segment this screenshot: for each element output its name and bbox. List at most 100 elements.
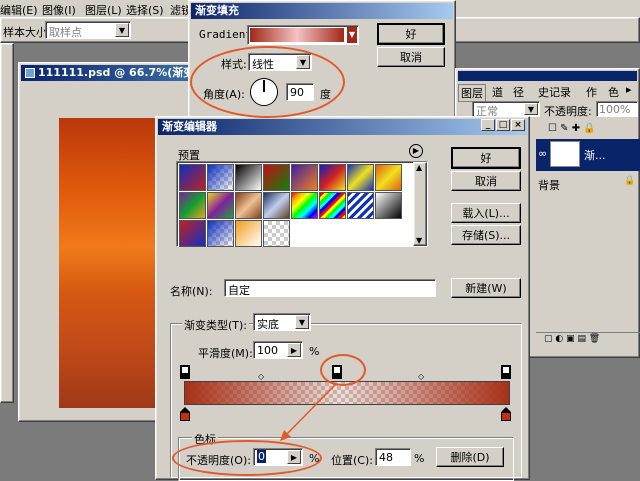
document-title: 111111.psd @ 66.7%(渐变填充 xyxy=(38,66,195,79)
preset-yellow-violet[interactable] xyxy=(207,192,234,219)
layers-footer: ▢ ◐ ▣ ▤ 🗑 xyxy=(536,332,640,346)
angle-dial-needle xyxy=(263,80,265,92)
scroll-up-icon[interactable]: ▲ xyxy=(416,163,422,172)
document-titlebar[interactable]: 111111.psd @ 66.7%(渐变填充 xyxy=(21,65,195,81)
lock-icon: 🔒 xyxy=(624,176,636,186)
menu-layer[interactable]: 图层(L) xyxy=(85,2,122,18)
chevron-down-icon: ▼ xyxy=(295,315,309,329)
preset-transparent-rainbow[interactable] xyxy=(319,192,346,219)
panel-menu-icon[interactable]: ▸ xyxy=(626,83,632,96)
gradient-fill-cancel-button[interactable]: 取消 xyxy=(377,47,445,67)
preset-blue-yellow-blue[interactable] xyxy=(347,164,374,191)
maximize-icon[interactable]: □ xyxy=(496,119,510,131)
preset-custom-4[interactable] xyxy=(263,220,290,247)
preset-violet-green[interactable] xyxy=(179,192,206,219)
preset-violet-orange[interactable] xyxy=(291,164,318,191)
preset-spectrum[interactable] xyxy=(291,192,318,219)
preset-blue-red-yellow[interactable] xyxy=(319,164,346,191)
preset-orange-yellow[interactable] xyxy=(375,164,402,191)
preset-copper[interactable] xyxy=(235,192,262,219)
name-input[interactable]: 自定 xyxy=(224,279,436,297)
gradient-fill-titlebar[interactable]: 渐变填充 xyxy=(191,3,453,19)
layers-panel-titlebar xyxy=(458,71,637,81)
angle-value: 90 xyxy=(290,86,304,99)
preset-chrome[interactable] xyxy=(263,192,290,219)
gradient-bar-fill xyxy=(185,382,509,404)
gradient-editor-ok-button[interactable]: 好 xyxy=(451,147,521,169)
preset-custom-1[interactable] xyxy=(179,220,206,247)
scroll-down-icon[interactable]: ▼ xyxy=(416,236,422,245)
menu-edit[interactable]: 编辑(E) xyxy=(0,2,38,18)
link-icon: ∞ xyxy=(538,147,548,160)
gradient-editor-titlebar[interactable]: 渐变编辑器 xyxy=(158,119,527,135)
smoothness-unit: % xyxy=(309,345,320,358)
tab-paths[interactable]: 径 xyxy=(513,84,524,100)
layer-row-background[interactable]: 背景 🔒 xyxy=(536,173,640,195)
tab-history[interactable]: 史记录 xyxy=(538,84,571,100)
save-button[interactable]: 存储(S)... xyxy=(451,225,521,245)
opacity-stop-right[interactable] xyxy=(501,365,511,379)
tab-actions[interactable]: 作 xyxy=(586,84,597,100)
chevron-right-icon[interactable]: ▶ xyxy=(287,450,301,464)
minimize-icon[interactable]: _ xyxy=(481,119,495,131)
sample-size-select[interactable]: 取样点 ▼ xyxy=(45,21,131,39)
midpoint-diamond-left[interactable]: ◇ xyxy=(258,372,264,381)
gradient-preview-select[interactable]: ▼ xyxy=(247,25,359,45)
preset-fg-bg[interactable] xyxy=(179,164,206,191)
smoothness-label: 平滑度(M): xyxy=(198,347,253,360)
lock-icons[interactable]: ☐ ✎ ✚ 🔒 xyxy=(548,123,596,134)
midpoint-diamond-right[interactable]: ◇ xyxy=(418,372,424,381)
stop-opacity-value: 0 xyxy=(257,450,266,463)
close-icon[interactable]: × xyxy=(511,119,525,131)
stop-opacity-input[interactable]: 0 ▶ xyxy=(253,448,303,466)
name-label: 名称(N): xyxy=(170,285,213,298)
opacity-stop-middle[interactable] xyxy=(332,365,342,379)
color-stop-left[interactable] xyxy=(180,407,190,421)
stop-opacity-unit: % xyxy=(309,452,320,465)
location-value: 48 xyxy=(379,451,393,464)
delete-button[interactable]: 删除(D) xyxy=(436,447,504,467)
angle-input[interactable]: 90 xyxy=(286,83,314,101)
chevron-down-icon: ▼ xyxy=(347,27,357,43)
color-stop-right[interactable] xyxy=(501,407,511,421)
preset-custom-3[interactable] xyxy=(235,220,262,247)
blend-mode-select[interactable]: 正常 ▼ xyxy=(472,101,540,118)
chevron-down-icon: ▼ xyxy=(296,55,310,69)
gradient-type-label: 渐变类型(T): xyxy=(182,317,250,333)
chevron-right-icon[interactable]: ▶ xyxy=(287,343,301,357)
new-button[interactable]: 新建(W) xyxy=(451,278,521,298)
load-button[interactable]: 载入(L)... xyxy=(451,203,521,223)
layer-opacity-input[interactable]: 100% xyxy=(596,101,638,117)
tab-layers[interactable]: 图层 xyxy=(458,84,486,102)
preset-black-white-diag[interactable] xyxy=(375,192,402,219)
gradient-bar[interactable] xyxy=(184,381,510,405)
gradient-type-select[interactable]: 实底 ▼ xyxy=(253,313,311,331)
style-value: 线性 xyxy=(252,58,274,71)
opacity-stop-left[interactable] xyxy=(180,365,190,379)
layer-actions-icons[interactable]: ▢ ◐ ▣ ▤ 🗑 xyxy=(544,334,600,344)
gradient-editor-cancel-button[interactable]: 取消 xyxy=(451,171,521,191)
menu-select[interactable]: 选择(S) xyxy=(126,2,164,18)
location-input[interactable]: 48 xyxy=(375,448,411,466)
preset-black-white[interactable] xyxy=(235,164,262,191)
layers-tabs: 图层 道 径 史记录 作 色 ▸ xyxy=(458,83,638,102)
layer-row-gradient[interactable]: ∞ 渐... xyxy=(536,139,640,171)
tab-channels[interactable]: 道 xyxy=(492,84,503,100)
tab-color[interactable]: 色 xyxy=(608,84,619,100)
preset-red-green[interactable] xyxy=(263,164,290,191)
smoothness-input[interactable]: 100 ▶ xyxy=(253,341,303,359)
gradient-fill-ok-button[interactable]: 好 xyxy=(377,23,445,45)
preset-fg-transparent[interactable] xyxy=(207,164,234,191)
preset-stripes[interactable] xyxy=(347,192,374,219)
layer-opacity-label: 不透明度: xyxy=(544,105,592,118)
angle-unit: 度 xyxy=(320,88,331,101)
presets-scrollbar[interactable]: ▲ ▼ xyxy=(413,162,427,246)
preset-custom-2[interactable] xyxy=(207,220,234,247)
chevron-down-icon: ▼ xyxy=(115,23,129,37)
menu-image[interactable]: 图像(I) xyxy=(42,2,76,18)
smoothness-value: 100 xyxy=(257,344,278,357)
toolbox xyxy=(0,43,14,403)
angle-dial[interactable] xyxy=(250,78,278,106)
style-select[interactable]: 线性 ▼ xyxy=(248,53,312,71)
presets-menu-icon[interactable]: ▶ xyxy=(409,144,423,158)
